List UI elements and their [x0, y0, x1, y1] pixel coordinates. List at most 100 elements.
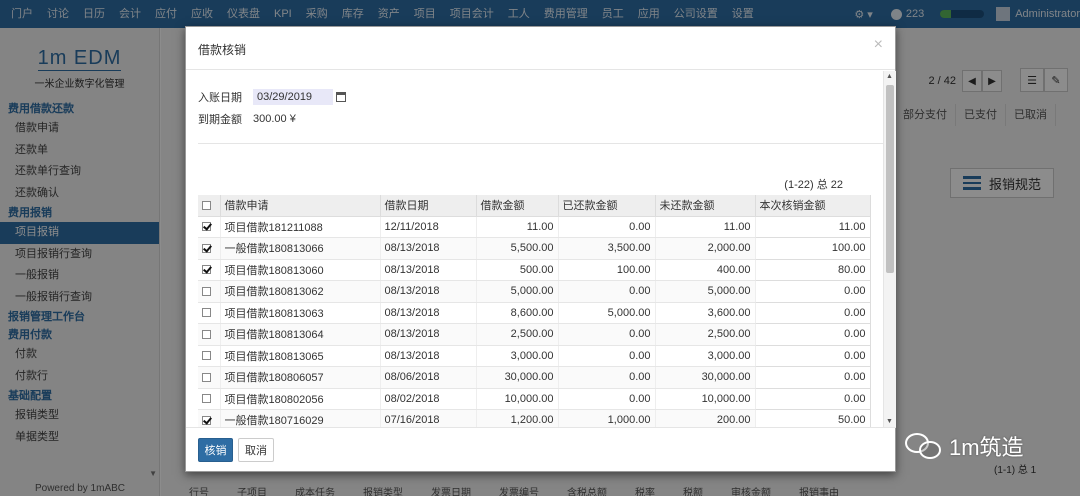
- writeoff-dialog: 借款核销 × 入账日期 到期金额 300.00 ¥ (1-22) 总 22 借款…: [185, 26, 896, 472]
- due-amount-value: 300.00 ¥: [253, 113, 296, 125]
- unpaid-amount-cell: 200.00: [655, 409, 756, 427]
- writeoff-amount-input[interactable]: 0.00: [754, 280, 871, 303]
- posting-date-row: 入账日期: [198, 89, 346, 105]
- repaid-amount-cell: 0.00: [558, 388, 656, 410]
- cancel-button[interactable]: 取消: [238, 438, 274, 462]
- unpaid-amount-cell: 10,000.00: [655, 388, 756, 410]
- table-row[interactable]: 项目借款180813063 08/13/2018 8,600.00 5,000.00 3…: [198, 301, 871, 324]
- loan-amount-cell: 3,000.00: [476, 345, 559, 367]
- dialog-scrollbar[interactable]: ▲ ▼: [883, 71, 896, 427]
- row-select-cell[interactable]: [198, 409, 221, 427]
- writeoff-button[interactable]: 核销: [198, 438, 233, 462]
- table-row[interactable]: 项目借款180802056 08/02/2018 10,000.00 0.00 10,0…: [198, 387, 871, 410]
- row-select-cell[interactable]: [198, 302, 221, 324]
- writeoff-amount-input[interactable]: 0.00: [754, 301, 871, 324]
- row-checkbox[interactable]: [202, 351, 211, 361]
- loan-date-cell: 08/13/2018: [380, 302, 477, 324]
- repaid-amount-cell: 0.00: [558, 345, 656, 367]
- repaid-amount-cell: 100.00: [558, 259, 656, 281]
- loan-request-cell: 一般借款180813066: [220, 237, 381, 260]
- loan-date-cell: 08/13/2018: [380, 259, 477, 281]
- scroll-down-icon[interactable]: ▼: [886, 418, 893, 425]
- close-icon[interactable]: ×: [874, 37, 883, 53]
- loan-date-cell: 08/06/2018: [380, 366, 477, 389]
- table-row[interactable]: 项目借款180813065 08/13/2018 3,000.00 0.00 3,000…: [198, 344, 871, 367]
- unpaid-amount-cell: 11.00: [655, 216, 756, 238]
- calendar-icon[interactable]: [336, 92, 346, 102]
- row-select-cell[interactable]: [198, 280, 221, 303]
- table-row[interactable]: 一般借款180716029 07/16/2018 1,200.00 1,000.00 2…: [198, 409, 871, 427]
- row-select-cell[interactable]: [198, 345, 221, 367]
- table-row[interactable]: 项目借款180813062 08/13/2018 5,000.00 0.00 5,000…: [198, 280, 871, 303]
- dialog-footer: 核销 取消: [186, 427, 896, 472]
- select-all-checkbox[interactable]: [202, 200, 211, 210]
- dialog-title: 借款核销: [198, 43, 247, 57]
- row-checkbox[interactable]: [202, 243, 211, 253]
- wechat-bubble-small: [919, 441, 941, 459]
- row-checkbox[interactable]: [202, 372, 211, 382]
- repaid-amount-cell: 0.00: [558, 216, 656, 238]
- loan-amount-cell: 5,500.00: [476, 237, 559, 260]
- divider: [198, 143, 883, 144]
- loan-request-cell: 项目借款180806057: [220, 366, 381, 389]
- row-select-cell[interactable]: [198, 366, 221, 389]
- unpaid-amount-cell: 30,000.00: [655, 366, 756, 389]
- loan-date-cell: 07/16/2018: [380, 409, 477, 427]
- row-select-cell[interactable]: [198, 388, 221, 410]
- loan-request-cell: 项目借款180813064: [220, 323, 381, 346]
- writeoff-amount-input[interactable]: 0.00: [754, 387, 871, 410]
- table-row[interactable]: 项目借款180813064 08/13/2018 2,500.00 0.00 2,500…: [198, 323, 871, 346]
- row-checkbox[interactable]: [202, 308, 211, 318]
- unpaid-amount-cell: 5,000.00: [655, 280, 756, 303]
- row-select-cell[interactable]: [198, 216, 221, 238]
- row-checkbox[interactable]: [202, 394, 211, 404]
- due-amount-row: 到期金额 300.00 ¥: [198, 111, 296, 127]
- row-checkbox[interactable]: [202, 329, 211, 339]
- row-checkbox[interactable]: [202, 286, 211, 296]
- select-all-cell[interactable]: [198, 195, 221, 217]
- writeoff-amount-input[interactable]: 0.00: [754, 323, 871, 346]
- table-header-row: 借款申请 借款日期 借款金额 已还款金额 未还款金额 本次核销金额: [198, 195, 871, 217]
- row-checkbox[interactable]: [202, 415, 211, 425]
- watermark: 1m筑造: [905, 430, 1024, 462]
- writeoff-amount-input[interactable]: 0.00: [754, 366, 871, 389]
- due-amount-label: 到期金额: [198, 114, 242, 126]
- row-checkbox[interactable]: [202, 265, 211, 275]
- scroll-up-icon[interactable]: ▲: [886, 73, 893, 80]
- watermark-text: 1m筑造: [949, 435, 1024, 460]
- col-unpaid-amount[interactable]: 未还款金额: [655, 195, 756, 217]
- loan-request-cell: 一般借款180716029: [220, 409, 381, 427]
- row-select-cell[interactable]: [198, 323, 221, 346]
- row-checkbox[interactable]: [202, 222, 211, 232]
- writeoff-amount-input[interactable]: 100.00: [754, 237, 871, 260]
- loan-date-cell: 08/13/2018: [380, 323, 477, 346]
- loan-request-cell: 项目借款180813060: [220, 259, 381, 281]
- col-loan-request[interactable]: 借款申请: [220, 195, 381, 217]
- row-select-cell[interactable]: [198, 237, 221, 260]
- scroll-thumb[interactable]: [886, 85, 894, 273]
- posting-date-input[interactable]: [253, 89, 333, 105]
- repaid-amount-cell: 5,000.00: [558, 302, 656, 324]
- writeoff-amount-input[interactable]: 80.00: [754, 258, 871, 281]
- wechat-icon: [905, 430, 943, 462]
- loan-date-cell: 08/13/2018: [380, 237, 477, 260]
- row-select-cell[interactable]: [198, 259, 221, 281]
- col-repaid-amount[interactable]: 已还款金额: [558, 195, 656, 217]
- writeoff-amount-input[interactable]: 11.00: [754, 215, 871, 238]
- dialog-body: 入账日期 到期金额 300.00 ¥ (1-22) 总 22 借款申请 借款日期…: [186, 71, 883, 427]
- col-loan-amount[interactable]: 借款金额: [476, 195, 559, 217]
- table-row[interactable]: 项目借款180813060 08/13/2018 500.00 100.00 400.0…: [198, 258, 871, 281]
- writeoff-amount-input[interactable]: 50.00: [754, 409, 871, 427]
- writeoff-amount-input[interactable]: 0.00: [754, 344, 871, 367]
- col-writeoff-amount[interactable]: 本次核销金额: [755, 195, 871, 217]
- table-row[interactable]: 一般借款180813066 08/13/2018 5,500.00 3,500.00 2…: [198, 237, 871, 260]
- table-row[interactable]: 项目借款181211088 12/11/2018 11.00 0.00 11.00 11.…: [198, 215, 871, 238]
- loan-date-cell: 08/13/2018: [380, 345, 477, 367]
- repaid-amount-cell: 3,500.00: [558, 237, 656, 260]
- table-row[interactable]: 项目借款180806057 08/06/2018 30,000.00 0.00 30,0…: [198, 366, 871, 389]
- pagination-info: (1-22) 总 22: [784, 179, 843, 191]
- dialog-header: 借款核销 ×: [186, 27, 895, 70]
- repaid-amount-cell: 0.00: [558, 280, 656, 303]
- col-loan-date[interactable]: 借款日期: [380, 195, 477, 217]
- loan-date-cell: 12/11/2018: [380, 216, 477, 238]
